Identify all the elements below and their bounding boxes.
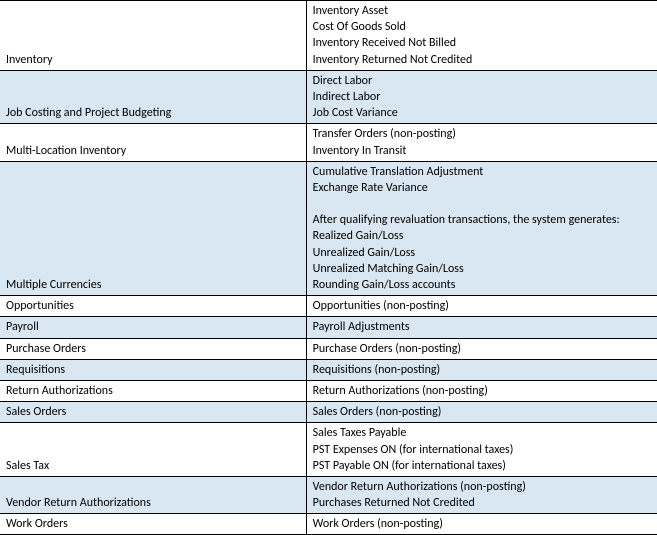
feature-cell: Inventory — [0, 1, 306, 71]
feature-cell: Opportunities — [0, 296, 306, 317]
table-row: Multiple CurrenciesCumulative Translatio… — [0, 161, 657, 296]
feature-cell: Sales Tax — [0, 423, 306, 477]
accounts-cell: Transfer Orders (non-posting) Inventory … — [306, 124, 657, 161]
table-row: Job Costing and Project BudgetingDirect … — [0, 70, 657, 124]
accounts-cell: Vendor Return Authorizations (non-postin… — [306, 476, 657, 513]
table-row: OpportunitiesOpportunities (non-posting) — [0, 296, 657, 317]
table-row: Purchase OrdersPurchase Orders (non-post… — [0, 338, 657, 359]
table-row: Vendor Return AuthorizationsVendor Retur… — [0, 476, 657, 513]
table-row: PayrollPayroll Adjustments — [0, 317, 657, 338]
accounts-cell: Payroll Adjustments — [306, 317, 657, 338]
accounts-cell: Work Orders (non-posting) — [306, 514, 657, 535]
accounts-cell: Purchase Orders (non-posting) — [306, 338, 657, 359]
accounts-cell: Opportunities (non-posting) — [306, 296, 657, 317]
feature-cell: Purchase Orders — [0, 338, 306, 359]
accounts-cell: Direct Labor Indirect Labor Job Cost Var… — [306, 70, 657, 124]
feature-cell: Return Authorizations — [0, 380, 306, 401]
accounts-cell: Cumulative Translation Adjustment Exchan… — [306, 161, 657, 296]
accounts-cell: Sales Taxes Payable PST Expenses ON (for… — [306, 423, 657, 477]
feature-cell: Job Costing and Project Budgeting — [0, 70, 306, 124]
feature-cell: Payroll — [0, 317, 306, 338]
table-row: Return AuthorizationsReturn Authorizatio… — [0, 380, 657, 401]
table-row: Sales OrdersSales Orders (non-posting) — [0, 402, 657, 423]
feature-cell: Multi-Location Inventory — [0, 124, 306, 161]
feature-account-table: InventoryInventory Asset Cost Of Goods S… — [0, 0, 657, 535]
table-row: RequisitionsRequisitions (non-posting) — [0, 359, 657, 380]
accounts-cell: Requisitions (non-posting) — [306, 359, 657, 380]
feature-cell: Work Orders — [0, 514, 306, 535]
accounts-cell: Return Authorizations (non-posting) — [306, 380, 657, 401]
table-row: InventoryInventory Asset Cost Of Goods S… — [0, 1, 657, 71]
table-row: Multi-Location InventoryTransfer Orders … — [0, 124, 657, 161]
accounts-cell: Inventory Asset Cost Of Goods Sold Inven… — [306, 1, 657, 71]
feature-cell: Multiple Currencies — [0, 161, 306, 296]
feature-cell: Vendor Return Authorizations — [0, 476, 306, 513]
feature-cell: Sales Orders — [0, 402, 306, 423]
accounts-cell: Sales Orders (non-posting) — [306, 402, 657, 423]
table-row: Work OrdersWork Orders (non-posting) — [0, 514, 657, 535]
table-body: InventoryInventory Asset Cost Of Goods S… — [0, 1, 657, 535]
table-row: Sales TaxSales Taxes Payable PST Expense… — [0, 423, 657, 477]
feature-cell: Requisitions — [0, 359, 306, 380]
